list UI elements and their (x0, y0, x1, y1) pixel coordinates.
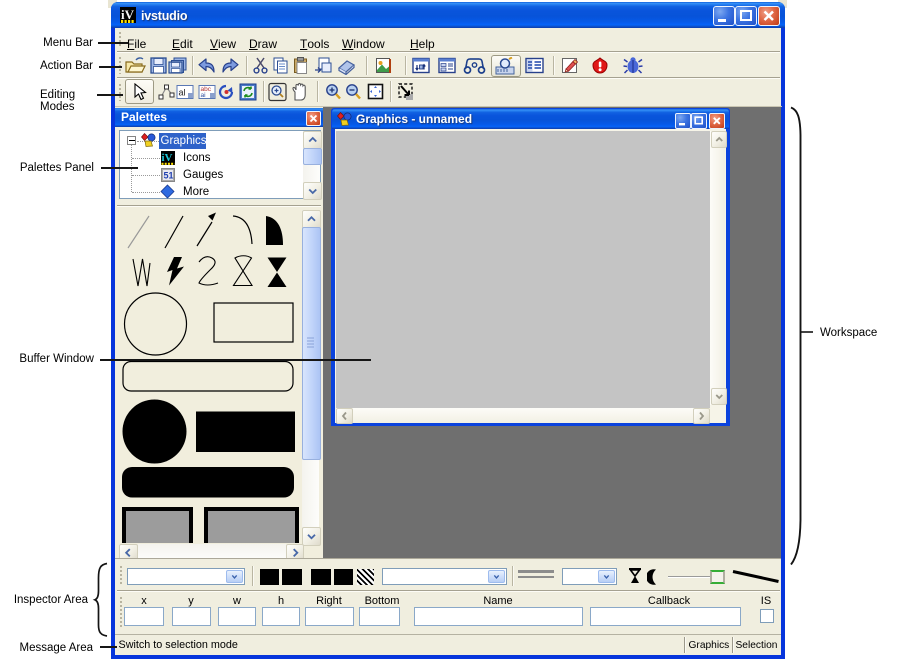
svg-text:iV: iV (121, 7, 135, 22)
svg-text:51: 51 (164, 171, 174, 181)
svg-text:ai: ai (201, 92, 206, 99)
svg-text:iV: iV (162, 152, 173, 164)
svg-text:al: al (179, 88, 186, 98)
